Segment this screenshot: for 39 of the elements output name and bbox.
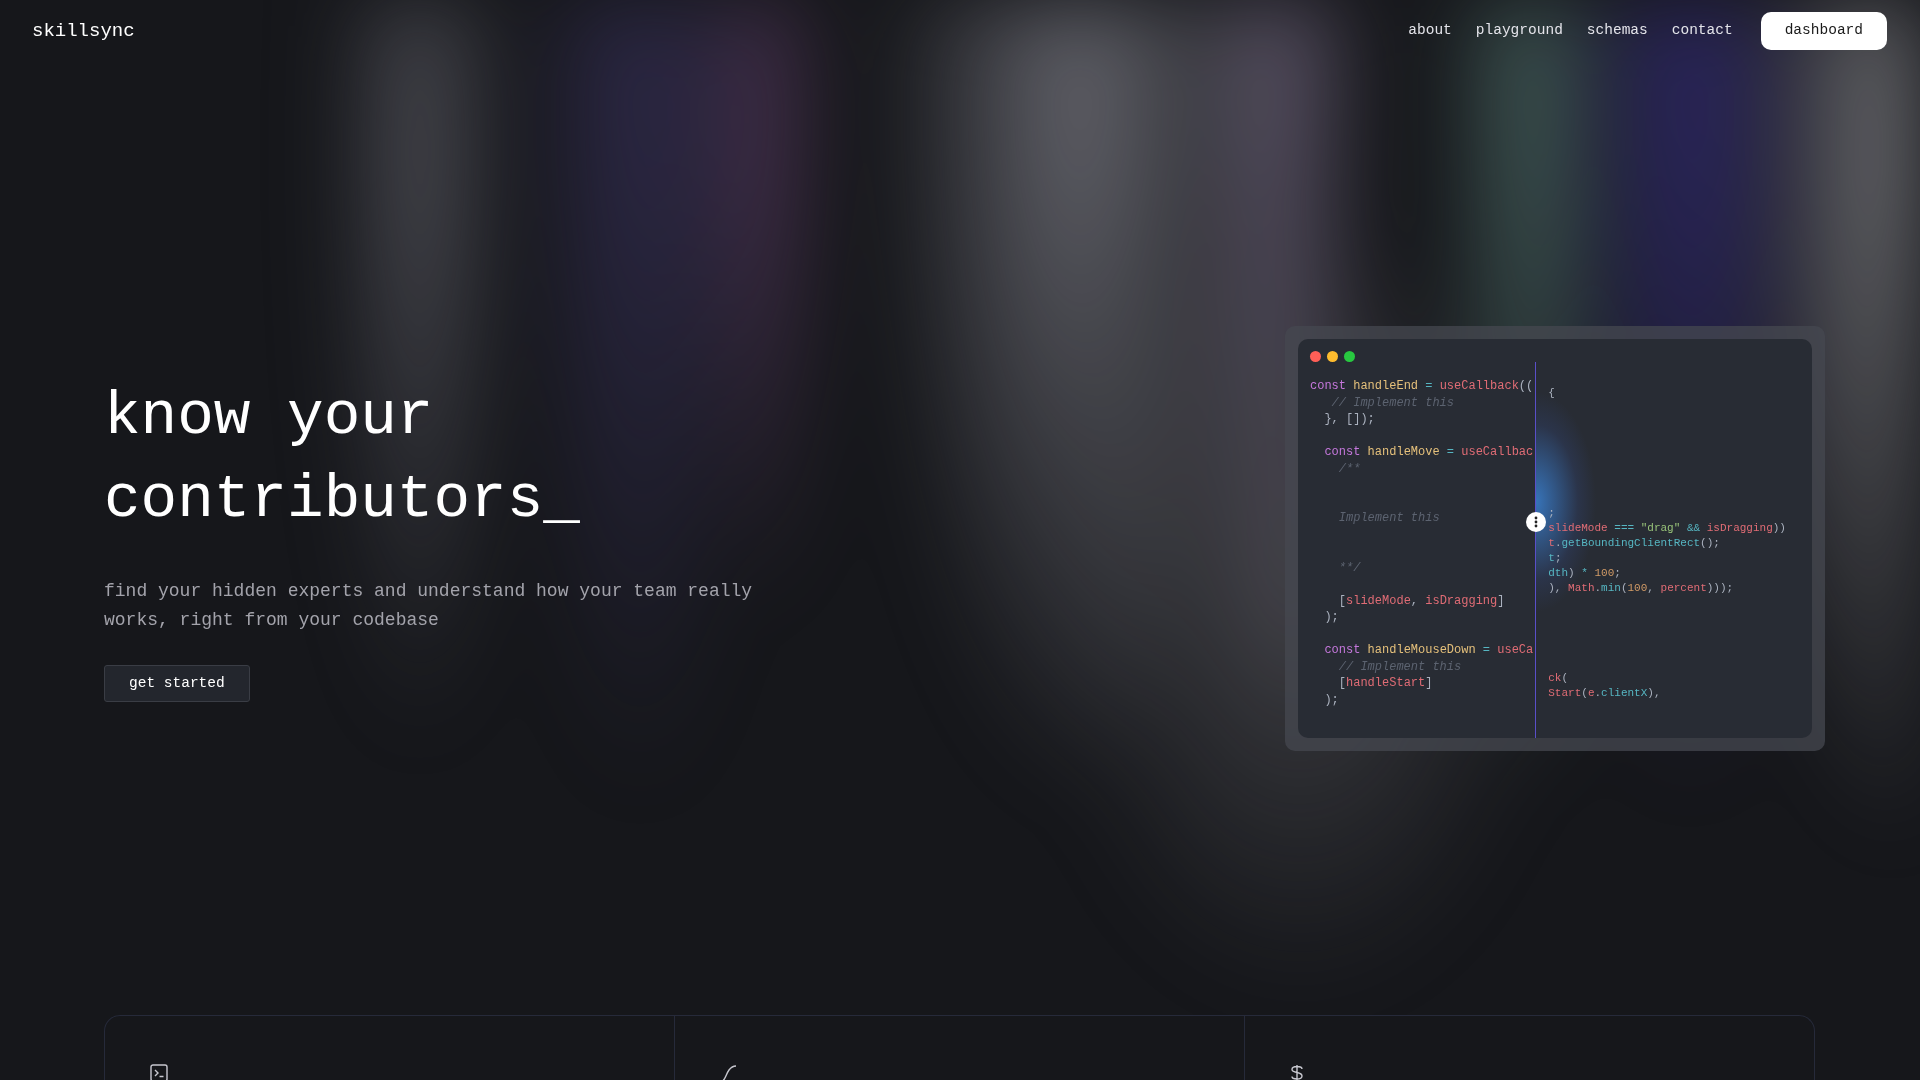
code-line: t; bbox=[1548, 551, 1563, 566]
code-line: /** bbox=[1337, 460, 1362, 477]
nav-link[interactable]: about bbox=[1408, 20, 1452, 42]
code-line: const handleEnd = useCallback(( bbox=[1310, 378, 1534, 395]
hero-title: know your contributors_ bbox=[104, 380, 581, 536]
code-line: dth) * 100; bbox=[1548, 566, 1622, 581]
code-line: }, []); bbox=[1323, 411, 1376, 428]
nav-link[interactable]: contact bbox=[1671, 20, 1733, 42]
drag-handle[interactable] bbox=[1526, 512, 1547, 532]
code-line: Implement this bbox=[1337, 510, 1441, 527]
code-line: t.getBoundingClientRect(); bbox=[1548, 536, 1721, 551]
get-started-button[interactable]: get started bbox=[104, 664, 250, 703]
terminal-icon bbox=[150, 1063, 168, 1080]
code-line: ; bbox=[1548, 506, 1556, 521]
maximize-dot[interactable] bbox=[1344, 351, 1355, 362]
code-line: slideMode === "drag" && isDragging)) bbox=[1548, 521, 1787, 536]
code-line: const handleMove = useCallbac bbox=[1323, 444, 1534, 461]
vertical-dots-icon bbox=[1534, 516, 1539, 528]
nav-link[interactable]: playground bbox=[1475, 20, 1563, 42]
code-line: ); bbox=[1323, 691, 1340, 708]
code-line: ), Math.min(100, percent))); bbox=[1548, 581, 1735, 596]
code-line: // Implement this bbox=[1330, 394, 1456, 411]
code-line: // Implement this bbox=[1337, 658, 1463, 675]
nav-link[interactable]: schemas bbox=[1586, 20, 1648, 42]
code-line: Start(e.clientX), bbox=[1548, 686, 1662, 701]
code-line: **/ bbox=[1337, 559, 1362, 576]
code-line: const handleMouseDown = useCa bbox=[1323, 642, 1534, 659]
hero-subtitle: find your hidden experts and understand how your team really works, right from your codebase bbox=[104, 579, 754, 632]
dashboard-button[interactable]: dashboard bbox=[1760, 12, 1887, 50]
code-line: [handleStart] bbox=[1337, 675, 1434, 692]
code-line: [slideMode, isDragging] bbox=[1337, 592, 1506, 609]
curve-icon bbox=[720, 1063, 738, 1080]
logo[interactable]: skillsync bbox=[32, 16, 135, 46]
code-line: { bbox=[1548, 386, 1556, 401]
code-line: ); bbox=[1323, 609, 1340, 626]
close-dot[interactable] bbox=[1310, 351, 1321, 362]
minimize-dot[interactable] bbox=[1327, 351, 1338, 362]
dollar-icon bbox=[1290, 1063, 1304, 1080]
code-line: ck( bbox=[1548, 671, 1570, 686]
